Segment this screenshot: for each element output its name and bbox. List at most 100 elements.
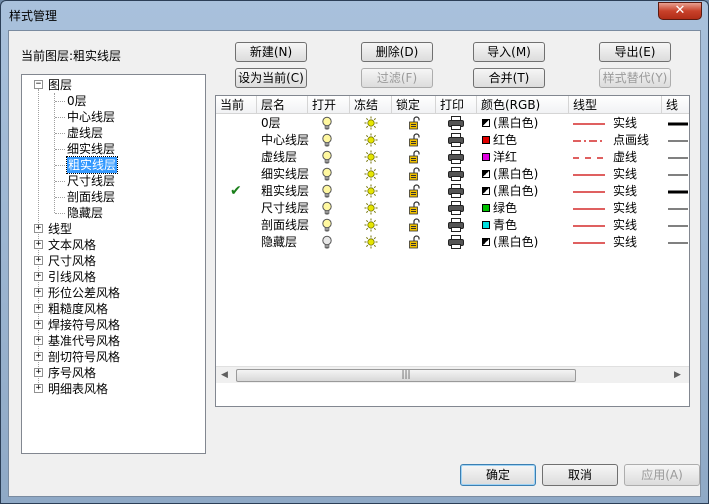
printer-icon[interactable] [448, 150, 464, 164]
printer-icon[interactable] [448, 184, 464, 198]
lock-open-icon[interactable] [408, 133, 420, 147]
layer-name[interactable]: 粗实线层 [261, 183, 309, 200]
tree-node-category[interactable]: 焊接符号风格 [48, 317, 120, 333]
table-row[interactable]: ✔ 粗实线层 (黑白色) 实线 [216, 183, 689, 200]
tree-node-category[interactable]: 线型 [48, 221, 72, 237]
export-button[interactable]: 导出(E) [599, 42, 671, 62]
expand-icon[interactable]: + [34, 336, 43, 345]
new-button[interactable]: 新建(N) [235, 42, 307, 62]
tree-node-category[interactable]: 剖切符号风格 [48, 349, 120, 365]
expand-icon[interactable]: + [34, 304, 43, 313]
collapse-icon[interactable]: − [34, 80, 43, 89]
printer-icon[interactable] [448, 235, 464, 249]
tree-node-category[interactable]: 文本风格 [48, 237, 96, 253]
sun-icon[interactable] [364, 201, 378, 215]
import-button[interactable]: 导入(M) [473, 42, 545, 62]
lock-open-icon[interactable] [408, 116, 420, 130]
tree-node-layers[interactable]: 图层 [48, 77, 72, 93]
tree-node-category[interactable]: 粗糙度风格 [48, 301, 108, 317]
sun-icon[interactable] [364, 150, 378, 164]
color-cell[interactable]: (黑白色) [482, 166, 538, 183]
linetype-name[interactable]: 实线 [613, 234, 637, 251]
lock-open-icon[interactable] [408, 184, 420, 198]
tree-node-category[interactable]: 基准代号风格 [48, 333, 120, 349]
tree-node-layer[interactable]: 中心线层 [67, 109, 115, 125]
column-header[interactable]: 线型 [569, 96, 662, 114]
lightbulb-icon[interactable] [320, 201, 334, 216]
title-bar[interactable]: 样式管理 ✕ [1, 1, 708, 29]
merge-button[interactable]: 合并(T) [473, 68, 545, 88]
table-row[interactable]: 尺寸线层 绿色 实线 [216, 200, 689, 217]
expand-icon[interactable]: + [34, 272, 43, 281]
lightbulb-icon[interactable] [320, 150, 334, 165]
tree-node-layer[interactable]: 剖面线层 [67, 189, 115, 205]
layer-name[interactable]: 尺寸线层 [261, 200, 309, 217]
horizontal-scrollbar[interactable]: ◀ ||| ▶ [216, 366, 689, 383]
column-header[interactable]: 锁定 [392, 96, 436, 114]
cancel-button[interactable]: 取消 [542, 464, 618, 486]
apply-button[interactable]: 应用(A) [624, 464, 700, 486]
column-header[interactable]: 颜色(RGB) [477, 96, 569, 114]
expand-icon[interactable]: + [34, 224, 43, 233]
tree-node-layer[interactable]: 粗实线层 [65, 156, 119, 174]
lock-open-icon[interactable] [408, 218, 420, 232]
tree-node-layer[interactable]: 虚线层 [67, 125, 103, 141]
linetype-name[interactable]: 点画线 [613, 132, 649, 149]
style-tree[interactable]: − 图层 0层 中心线层 虚线层 细实线层 粗实线层 尺寸线层 剖面线层 隐藏层 + 线型 + 文本风格 +… [21, 74, 206, 454]
printer-icon[interactable] [448, 167, 464, 181]
scroll-right-arrow-icon[interactable]: ▶ [669, 367, 686, 384]
layer-name[interactable]: 细实线层 [261, 166, 309, 183]
linetype-name[interactable]: 实线 [613, 166, 637, 183]
sun-icon[interactable] [364, 235, 378, 249]
table-row[interactable]: 剖面线层 青色 实线 [216, 217, 689, 234]
lock-open-icon[interactable] [408, 167, 420, 181]
lightbulb-icon[interactable] [320, 235, 334, 250]
tree-node-layer[interactable]: 隐藏层 [67, 205, 103, 221]
tree-node-layer[interactable]: 细实线层 [67, 141, 115, 157]
color-cell[interactable]: 红色 [482, 132, 517, 149]
column-header[interactable]: 当前 [216, 96, 257, 114]
color-cell[interactable]: (黑白色) [482, 183, 538, 200]
ok-button[interactable]: 确定 [460, 464, 536, 486]
lightbulb-icon[interactable] [320, 218, 334, 233]
column-header[interactable]: 打印 [436, 96, 477, 114]
linetype-name[interactable]: 实线 [613, 200, 637, 217]
current-check-icon[interactable]: ✔ [230, 183, 242, 200]
color-cell[interactable]: (黑白色) [482, 115, 538, 132]
printer-icon[interactable] [448, 218, 464, 232]
table-row[interactable]: 中心线层 红色 点画线 [216, 132, 689, 149]
lightbulb-icon[interactable] [320, 133, 334, 148]
layer-name[interactable]: 0层 [261, 115, 281, 132]
sun-icon[interactable] [364, 184, 378, 198]
tree-node-layer[interactable]: 尺寸线层 [67, 173, 115, 189]
color-cell[interactable]: (黑白色) [482, 234, 538, 251]
tree-node-category[interactable]: 明细表风格 [48, 381, 108, 397]
table-row[interactable]: 细实线层 (黑白色) 实线 [216, 166, 689, 183]
expand-icon[interactable]: + [34, 240, 43, 249]
layer-name[interactable]: 隐藏层 [261, 234, 297, 251]
lightbulb-icon[interactable] [320, 167, 334, 182]
scroll-thumb[interactable]: ||| [236, 369, 576, 382]
tree-node-category[interactable]: 形位公差风格 [48, 285, 120, 301]
sun-icon[interactable] [364, 218, 378, 232]
column-header[interactable]: 冻结 [350, 96, 392, 114]
printer-icon[interactable] [448, 133, 464, 147]
sun-icon[interactable] [364, 167, 378, 181]
linetype-name[interactable]: 实线 [613, 115, 637, 132]
close-button[interactable]: ✕ [658, 2, 702, 20]
table-row[interactable]: 虚线层 洋红 虚线 [216, 149, 689, 166]
expand-icon[interactable]: + [34, 288, 43, 297]
column-header[interactable]: 打开 [308, 96, 350, 114]
column-header[interactable]: 层名 [257, 96, 308, 114]
lightbulb-icon[interactable] [320, 116, 334, 131]
lock-open-icon[interactable] [408, 150, 420, 164]
expand-icon[interactable]: + [34, 256, 43, 265]
delete-button[interactable]: 删除(D) [361, 42, 433, 62]
color-cell[interactable]: 洋红 [482, 149, 517, 166]
lock-open-icon[interactable] [408, 201, 420, 215]
column-header[interactable]: 线 [662, 96, 689, 114]
linetype-name[interactable]: 虚线 [613, 149, 637, 166]
expand-icon[interactable]: + [34, 384, 43, 393]
layer-name[interactable]: 虚线层 [261, 149, 297, 166]
sun-icon[interactable] [364, 116, 378, 130]
